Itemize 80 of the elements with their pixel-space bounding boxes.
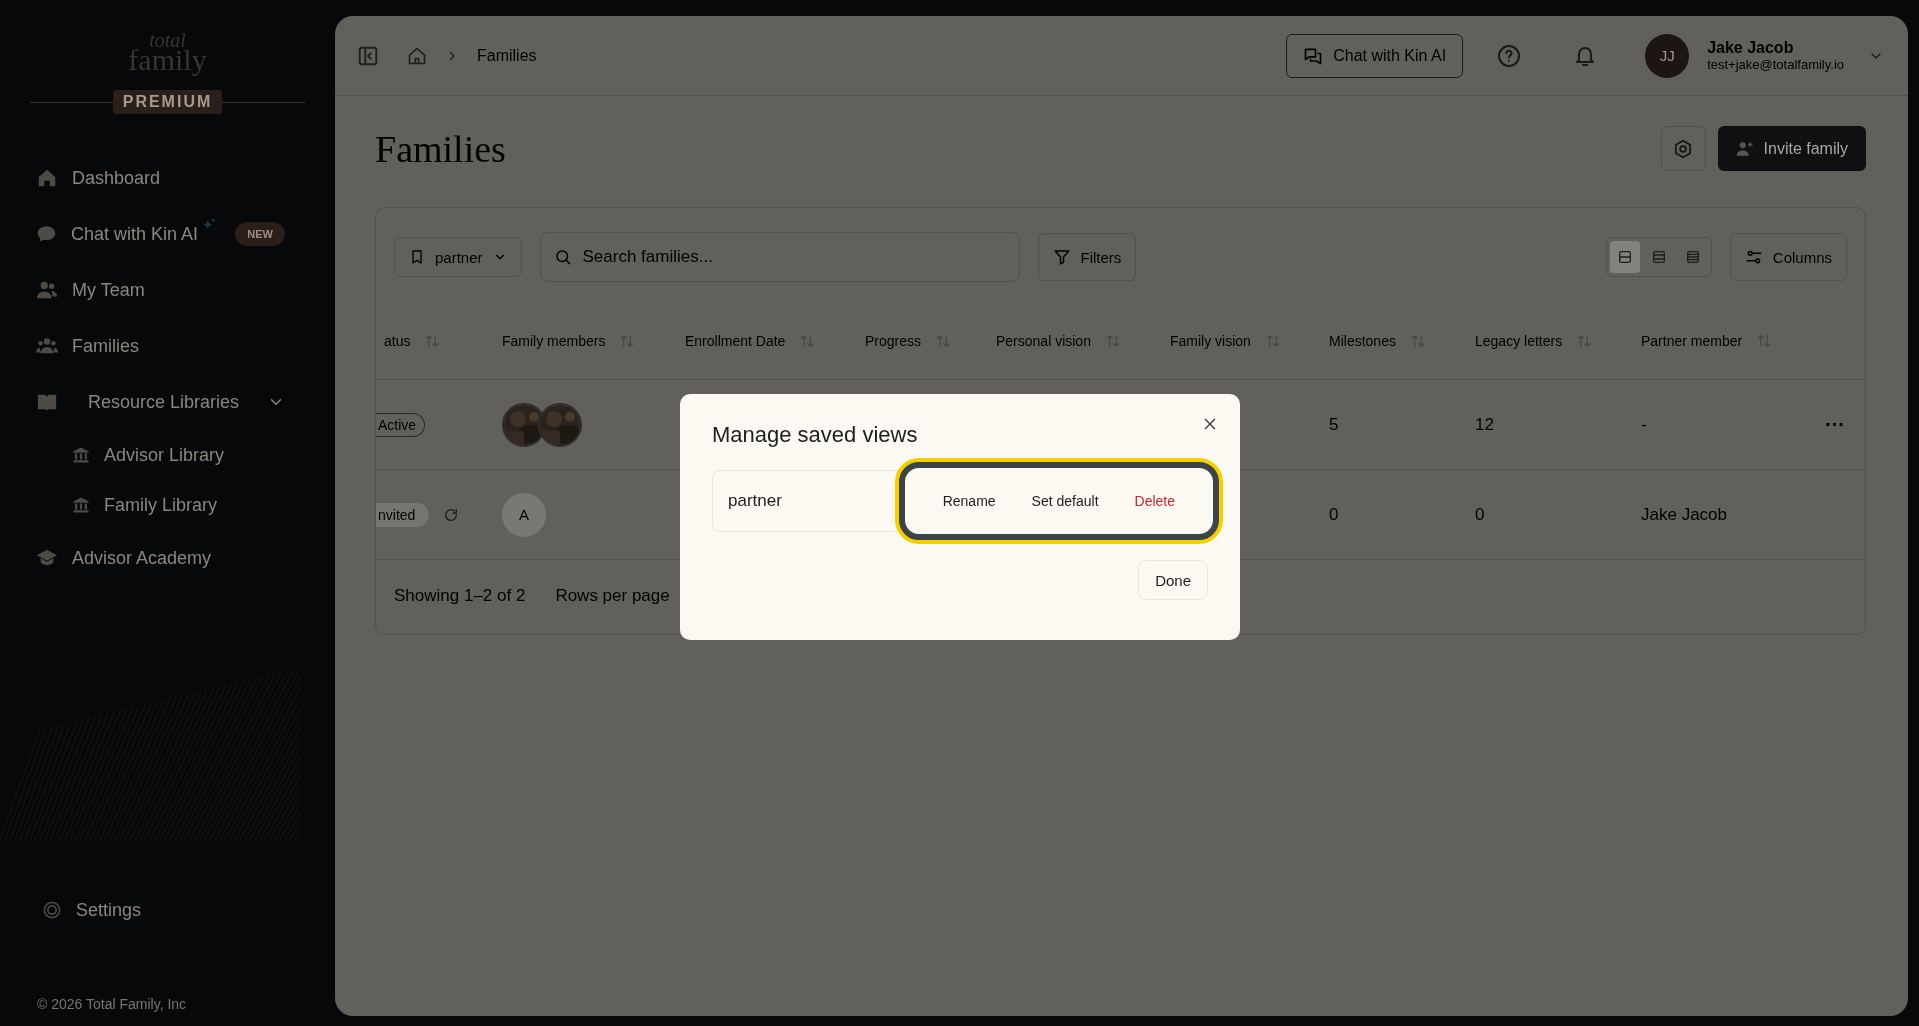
sidebar-item[interactable]: Dashboard [36, 150, 285, 206]
table-cell-text: 0 [1328, 504, 1340, 525]
sparkle-icon [202, 216, 218, 232]
sidebar-item[interactable]: Chat with Kin AI NEW [36, 206, 285, 262]
column-header[interactable]: atus [376, 332, 494, 349]
sidebar-item[interactable]: Families [36, 318, 285, 374]
people-icon [36, 279, 58, 301]
search-field[interactable]: Search families... [539, 232, 1020, 282]
filter-icon [1052, 248, 1071, 266]
column-header[interactable]: Enrollment Date [677, 332, 857, 349]
sidebar-item[interactable]: Resource Libraries [36, 374, 285, 430]
close-icon [1202, 416, 1218, 432]
settings-item[interactable]: Settings [42, 882, 335, 938]
house-icon [36, 167, 58, 189]
plan-badge: PREMIUM [112, 90, 223, 114]
sort-icon[interactable] [1409, 332, 1426, 349]
status-badge: nvited [376, 502, 430, 527]
breadcrumb-item[interactable]: Families [477, 46, 537, 65]
column-header[interactable]: Partner member [1633, 332, 1825, 349]
copyright-text: © 2026 Total Family, Inc [37, 996, 188, 1012]
action-button[interactable]: Set default [1013, 485, 1117, 517]
add-user-icon [1735, 139, 1754, 158]
sort-icon[interactable] [1264, 332, 1281, 349]
settings-button[interactable] [1660, 126, 1706, 171]
filters-button[interactable]: Filters [1037, 233, 1137, 281]
columns-button[interactable]: Columns [1729, 233, 1847, 281]
help-icon [1497, 43, 1522, 68]
sort-icon[interactable] [1104, 332, 1121, 349]
sidebar-subitem[interactable]: Advisor Library [36, 430, 285, 480]
settings-icon [1673, 138, 1694, 159]
sort-icon[interactable] [799, 332, 816, 349]
showing-text: Showing 1–2 of 2 [394, 586, 526, 606]
sort-icon[interactable] [619, 332, 636, 349]
bank-icon [72, 496, 90, 514]
column-header[interactable]: Legacy letters [1467, 332, 1633, 349]
column-header[interactable]: Family members [494, 332, 677, 349]
user-avatar[interactable]: JJ [1645, 33, 1690, 78]
table-cell-text: Jake Jacob [1640, 504, 1728, 525]
action-button[interactable]: Rename [924, 485, 1014, 517]
search-icon [553, 248, 572, 266]
column-header[interactable]: Progress [857, 332, 988, 349]
rows-per-page-label: Rows per page [555, 586, 670, 606]
bookmark-icon [409, 249, 425, 265]
sidebar-item[interactable]: My Team [36, 262, 285, 318]
saved-view-dropdown[interactable]: partner [394, 237, 522, 277]
sort-icon[interactable] [424, 332, 441, 349]
chat-button[interactable]: Chat with Kin AI [1286, 33, 1464, 78]
rows-icon [1616, 249, 1633, 265]
sidebar-item[interactable]: Advisor Academy [36, 530, 285, 586]
delete-button[interactable]: Delete [1116, 485, 1193, 517]
bank-icon [72, 446, 90, 464]
sidebar-subitem[interactable]: Family Library [36, 480, 285, 530]
column-header[interactable]: Milestones [1321, 332, 1467, 349]
sort-icon[interactable] [935, 332, 952, 349]
rows-icon [1684, 249, 1701, 265]
table-cell-text: - [1640, 414, 1648, 435]
table-cell-text: 12 [1474, 414, 1495, 435]
refresh-icon[interactable] [443, 506, 460, 523]
sort-icon[interactable] [1576, 332, 1593, 349]
rows-icon [1650, 249, 1667, 265]
table-cell-text: 0 [1474, 504, 1486, 525]
done-button[interactable]: Done [1138, 560, 1208, 600]
sliders-icon [1744, 248, 1763, 266]
sort-icon[interactable] [1756, 332, 1773, 349]
view-mode-button[interactable] [1609, 241, 1640, 273]
row-menu[interactable]: ··· [1825, 413, 1865, 436]
dialog-title: Manage saved views [712, 422, 919, 448]
page-title: Families [375, 126, 506, 171]
user-name: Jake Jacob [1707, 39, 1795, 57]
sidebar-toggle-icon[interactable] [357, 44, 379, 67]
table-cell-text: 5 [1328, 414, 1340, 435]
invite-family-button[interactable]: Invite family [1717, 126, 1866, 171]
view-name: partner [728, 491, 782, 511]
home-icon[interactable] [407, 45, 427, 66]
column-header[interactable]: Personal vision [988, 332, 1162, 349]
user-email: test+jake@totalfamily.io [1707, 57, 1844, 72]
column-header[interactable]: Family vision [1162, 332, 1321, 349]
new-badge: NEW [235, 222, 285, 246]
member-avatar: A [502, 492, 546, 537]
settings-icon [42, 900, 62, 920]
